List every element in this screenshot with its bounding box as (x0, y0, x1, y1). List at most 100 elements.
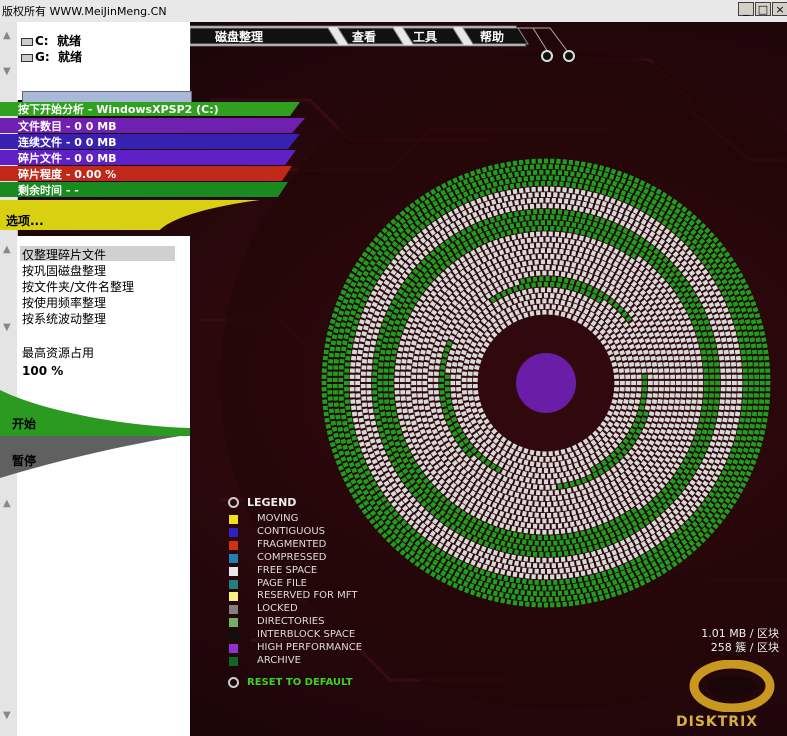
options-scroll-up-icon[interactable]: ▲ (3, 244, 11, 255)
cluster-block (376, 455, 383, 462)
drive-item-c[interactable]: C: 就绪 (21, 32, 81, 49)
cluster-block (523, 556, 529, 562)
cluster-block (653, 220, 661, 228)
option-by-frequency[interactable]: 按使用频率整理 (22, 294, 106, 311)
cluster-block (589, 533, 595, 540)
cluster-block (327, 383, 333, 389)
cluster-block (665, 482, 673, 490)
cluster-block (676, 478, 683, 485)
cluster-block (467, 371, 473, 377)
cluster-block (450, 215, 457, 222)
scroll-down-icon[interactable]: ▼ (3, 66, 11, 77)
cluster-block (657, 507, 665, 514)
cluster-block (365, 265, 373, 272)
option-fragmented-only[interactable]: 仅整理碎片文件 (22, 246, 106, 263)
cluster-block (479, 202, 485, 209)
cluster-block (465, 576, 472, 583)
lower-scroll-up-icon[interactable]: ▲ (3, 498, 11, 509)
close-button[interactable]: × (772, 2, 787, 16)
cluster-block (562, 215, 567, 221)
cluster-block (454, 500, 461, 507)
cluster-block (495, 203, 502, 210)
cluster-block (673, 405, 679, 411)
cluster-block (597, 265, 604, 272)
cluster-block (648, 542, 655, 549)
menu-tools[interactable]: 工具 (413, 28, 437, 46)
scroll-up-icon[interactable]: ▲ (3, 30, 11, 41)
cluster-block (700, 247, 707, 255)
cluster-block (668, 422, 675, 429)
cluster-block (434, 455, 441, 462)
cluster-block (430, 352, 437, 358)
options-scroll-down-icon[interactable]: ▼ (3, 322, 11, 333)
pause-button[interactable]: 暂停 (12, 452, 36, 469)
cluster-block (716, 518, 723, 525)
reset-icon[interactable] (228, 677, 239, 688)
cluster-block (474, 186, 481, 193)
cluster-block (557, 170, 563, 176)
analyze-status[interactable]: 按下开始分析 - WindowsXPSP2 (C:) (0, 102, 219, 117)
menu-defrag[interactable]: 磁盘整理 (215, 28, 263, 46)
cluster-block (630, 559, 636, 566)
cluster-block (467, 389, 473, 395)
cluster-block (640, 274, 647, 281)
cluster-block (590, 509, 597, 516)
cluster-block (604, 509, 611, 516)
cluster-block (752, 405, 758, 411)
cluster-block (557, 455, 563, 461)
cluster-block (394, 371, 400, 376)
maximize-button[interactable]: □ (755, 2, 771, 16)
cluster-block (705, 325, 712, 331)
cluster-block (464, 273, 471, 280)
options-button[interactable]: 选项... (6, 212, 44, 229)
cluster-block (498, 298, 505, 305)
drive-item-g[interactable]: G: 就绪 (21, 48, 82, 65)
lower-scroll-down-icon[interactable]: ▼ (3, 710, 11, 721)
cluster-block (388, 374, 394, 379)
resource-value[interactable]: 100 % (22, 364, 63, 378)
start-button[interactable]: 开始 (12, 415, 36, 432)
cluster-block (730, 361, 737, 367)
cluster-block (413, 405, 419, 411)
cluster-block (600, 459, 608, 467)
menu-dot-1[interactable] (541, 50, 553, 62)
cluster-block (536, 164, 541, 170)
menu-view[interactable]: 查看 (352, 28, 376, 46)
cluster-block (711, 435, 718, 441)
legend-toggle-icon[interactable] (228, 497, 239, 508)
cluster-block (540, 540, 546, 546)
cluster-block (333, 432, 339, 438)
cluster-block (498, 237, 505, 244)
cluster-block (394, 383, 400, 389)
cluster-block (469, 589, 476, 596)
option-by-folder[interactable]: 按文件夹/文件名整理 (22, 278, 134, 295)
cluster-block (367, 432, 374, 438)
cluster-block (598, 481, 605, 488)
reset-button[interactable]: RESET TO DEFAULT (247, 677, 353, 688)
cluster-block (454, 520, 461, 527)
cluster-block (560, 460, 566, 466)
cluster-block (661, 191, 668, 199)
cluster-block (585, 469, 592, 476)
option-by-volatility[interactable]: 按系统波动整理 (22, 310, 106, 327)
cluster-block (337, 426, 344, 432)
menu-help[interactable]: 帮助 (480, 28, 504, 46)
cluster-block (487, 423, 494, 430)
cluster-block (583, 451, 590, 458)
option-consolidate[interactable]: 按巩固磁盘整理 (22, 262, 106, 279)
cluster-block (366, 254, 373, 261)
cluster-block (582, 464, 589, 471)
cluster-block (460, 543, 467, 550)
cluster-block (409, 231, 416, 238)
cluster-block (560, 311, 566, 318)
cluster-block (640, 192, 647, 200)
drive-list[interactable]: C: 就绪 G: 就绪 (17, 22, 190, 100)
cluster-block (568, 216, 574, 222)
cluster-block (470, 312, 478, 319)
menu-dot-2[interactable] (563, 50, 575, 62)
cluster-block (492, 301, 499, 308)
cluster-block (679, 319, 686, 326)
minimize-button[interactable]: _ (738, 2, 754, 16)
cluster-block (688, 269, 696, 277)
cluster-block (610, 466, 618, 473)
